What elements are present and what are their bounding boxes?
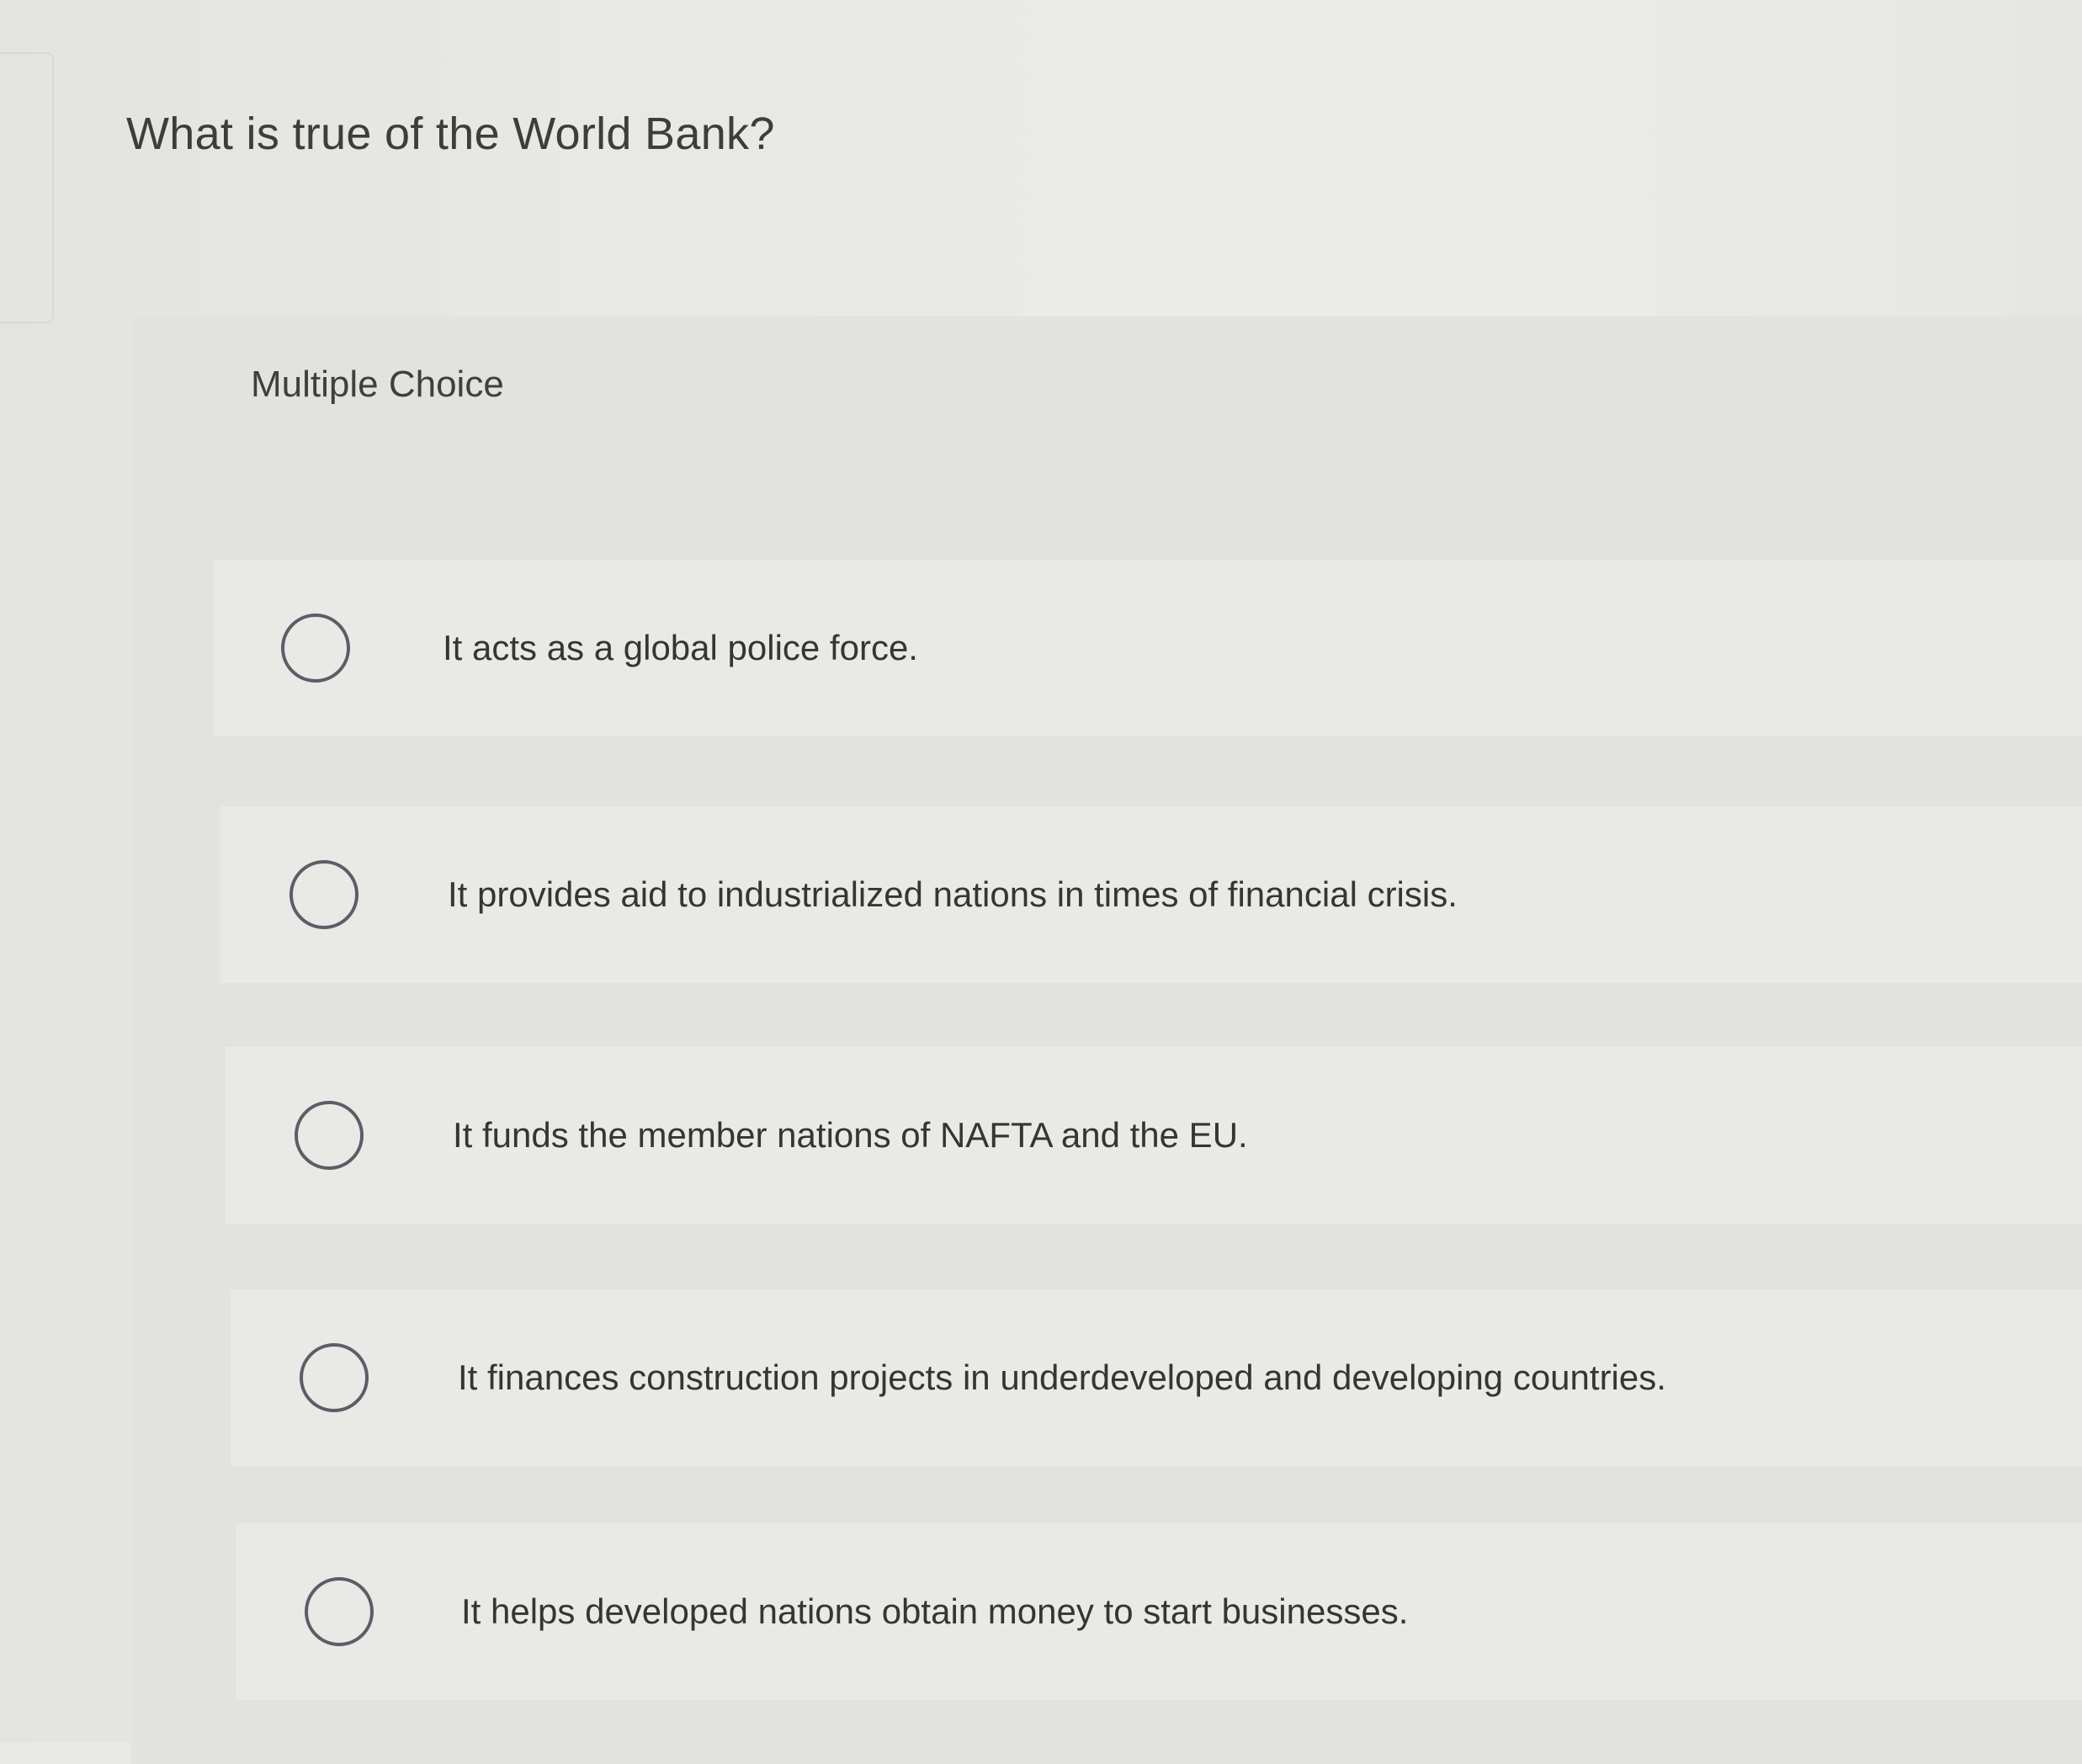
answer-option-3[interactable]: It funds the member nations of NAFTA and…	[226, 1047, 2082, 1224]
radio-button-icon[interactable]	[281, 614, 350, 683]
side-tab	[0, 52, 54, 323]
radio-button-icon[interactable]	[305, 1577, 374, 1646]
answer-option-label[interactable]: It helps developed nations obtain money …	[461, 1591, 1408, 1632]
radio-button-icon[interactable]	[295, 1101, 364, 1170]
answer-option-4[interactable]: It finances construction projects in und…	[231, 1289, 2082, 1466]
question-prompt: What is true of the World Bank?	[126, 109, 775, 159]
answer-option-2[interactable]: It provides aid to industrialized nation…	[220, 806, 2082, 983]
answer-option-label[interactable]: It funds the member nations of NAFTA and…	[453, 1115, 1248, 1156]
radio-button-icon[interactable]	[289, 860, 359, 929]
answer-option-1[interactable]: It acts as a global police force.	[214, 560, 2082, 736]
radio-button-icon[interactable]	[300, 1343, 369, 1412]
answer-option-label[interactable]: It finances construction projects in und…	[458, 1358, 1666, 1398]
answer-option-label[interactable]: It provides aid to industrialized nation…	[448, 874, 1458, 915]
answer-option-label[interactable]: It acts as a global police force.	[443, 628, 918, 668]
page: What is true of the World Bank? Multiple…	[0, 0, 2082, 1764]
question-type-label: Multiple Choice	[251, 364, 504, 405]
answer-option-5[interactable]: It helps developed nations obtain money …	[236, 1523, 2082, 1700]
